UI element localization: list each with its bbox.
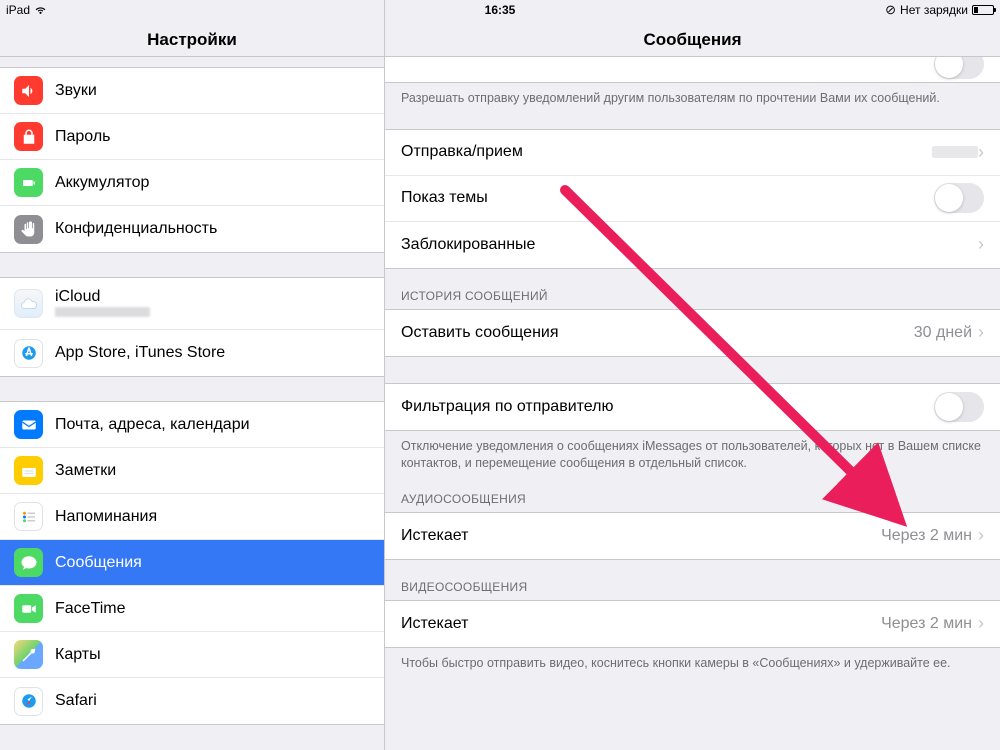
footer-filter: Отключение уведомления о сообщениях iMes…	[385, 431, 1000, 472]
sidebar-item-label: Карты	[55, 646, 101, 664]
sidebar-item-label: Заметки	[55, 462, 116, 480]
row-label: Отправка/прием	[401, 143, 932, 161]
sidebar-item-notes[interactable]: Заметки	[0, 448, 384, 494]
sidebar-item-label: FaceTime	[55, 600, 126, 618]
wifi-icon	[34, 2, 47, 18]
detail-group-filter: Фильтрация по отправителю	[385, 383, 1000, 431]
toggle-filter-unknown[interactable]	[934, 392, 984, 422]
row-label: Заблокированные	[401, 236, 978, 254]
sidebar-item-icloud[interactable]: iCloud	[0, 278, 384, 330]
row-value: 30 дней	[914, 324, 972, 342]
header-history: ИСТОРИЯ СООБЩЕНИЙ	[385, 269, 1000, 309]
row-label: Оставить сообщения	[401, 324, 914, 342]
chevron-right-icon: ›	[978, 234, 984, 255]
row-blocked[interactable]: Заблокированные ›	[385, 222, 1000, 268]
sidebar-title: Настройки	[0, 20, 384, 57]
detail-group-video: Истекает Через 2 мин ›	[385, 600, 1000, 648]
device-label: iPad	[6, 3, 30, 17]
sidebar-item-label: Звуки	[55, 82, 97, 100]
row-audio-expire[interactable]: Истекает Через 2 мин ›	[385, 513, 1000, 559]
safari-icon	[14, 687, 43, 716]
sidebar-item-mail[interactable]: Почта, адреса, календари	[0, 402, 384, 448]
chevron-right-icon: ›	[978, 142, 984, 163]
sidebar-group-2: iCloud App Store, iTunes Store	[0, 277, 384, 377]
status-right: ⊘ Нет зарядки	[885, 2, 994, 18]
sidebar-item-passcode[interactable]: Пароль	[0, 114, 384, 160]
toggle-show-subject[interactable]	[934, 183, 984, 213]
detail-pane: Сообщения Разрешать отправку уведомлений…	[385, 0, 1000, 750]
row-send-receive[interactable]: Отправка/прием ›	[385, 130, 1000, 176]
footer-readreceipts: Разрешать отправку уведомлений другим по…	[385, 83, 1000, 107]
sidebar-item-label: Почта, адреса, календари	[55, 416, 250, 434]
sidebar-item-label: iCloud	[55, 288, 100, 305]
sidebar-item-label: Напоминания	[55, 508, 157, 526]
detail-title: Сообщения	[385, 20, 1000, 57]
notes-icon	[14, 456, 43, 485]
message-bubble-icon	[14, 548, 43, 577]
sidebar-item-battery[interactable]: Аккумулятор	[0, 160, 384, 206]
sidebar-item-label: App Store, iTunes Store	[55, 344, 225, 362]
row-show-subject[interactable]: Показ темы	[385, 176, 1000, 222]
row-value: Через 2 мин	[881, 615, 972, 633]
battery-icon	[14, 168, 43, 197]
battery-icon	[972, 5, 994, 15]
row-filter-unknown[interactable]: Фильтрация по отправителю	[385, 384, 1000, 430]
sidebar-item-safari[interactable]: Safari	[0, 678, 384, 724]
sidebar-item-sounds[interactable]: Звуки	[0, 68, 384, 114]
row-video-expire[interactable]: Истекает Через 2 мин ›	[385, 601, 1000, 647]
sidebar-item-privacy[interactable]: Конфиденциальность	[0, 206, 384, 252]
maps-icon	[14, 640, 43, 669]
status-left: iPad	[6, 2, 47, 18]
status-bar: iPad 16:35 ⊘ Нет зарядки	[0, 0, 1000, 20]
hand-icon	[14, 215, 43, 244]
send-receive-value-blurred	[932, 146, 978, 158]
chevron-right-icon: ›	[978, 525, 984, 546]
lock-icon	[14, 122, 43, 151]
sidebar-group-1: Звуки Пароль Аккумулятор	[0, 67, 384, 253]
sidebar-item-label-wrap: iCloud	[55, 288, 150, 320]
speaker-icon	[14, 76, 43, 105]
sidebar-item-maps[interactable]: Карты	[0, 632, 384, 678]
mail-icon	[14, 410, 43, 439]
sidebar-item-appstore[interactable]: App Store, iTunes Store	[0, 330, 384, 376]
sidebar-item-reminders[interactable]: Напоминания	[0, 494, 384, 540]
detail-group-main: Отправка/прием › Показ темы Заблокирован…	[385, 129, 1000, 269]
sidebar-item-label: Пароль	[55, 128, 111, 146]
sidebar-item-label: Сообщения	[55, 554, 142, 572]
cloud-icon	[14, 289, 43, 318]
reminders-icon	[14, 502, 43, 531]
row-label	[401, 57, 934, 73]
row-label: Показ темы	[401, 189, 934, 207]
settings-sidebar: Настройки Звуки Пароль	[0, 0, 385, 750]
row-label: Фильтрация по отправителю	[401, 398, 934, 416]
row-readreceipts[interactable]	[385, 57, 1000, 82]
sidebar-item-label: Конфиденциальность	[55, 220, 217, 238]
sidebar-item-label: Safari	[55, 692, 97, 710]
row-keep-messages[interactable]: Оставить сообщения 30 дней ›	[385, 310, 1000, 356]
sidebar-item-facetime[interactable]: FaceTime	[0, 586, 384, 632]
sidebar-item-label: Аккумулятор	[55, 174, 149, 192]
clock: 16:35	[485, 3, 516, 17]
sidebar-group-3: Почта, адреса, календари Заметки Напомин…	[0, 401, 384, 725]
charging-label: Нет зарядки	[900, 3, 968, 17]
chevron-right-icon: ›	[978, 322, 984, 343]
detail-group-history: Оставить сообщения 30 дней ›	[385, 309, 1000, 357]
icloud-account-blurred	[55, 306, 150, 320]
detail-group-audio: Истекает Через 2 мин ›	[385, 512, 1000, 560]
not-charging-icon: ⊘	[885, 2, 896, 18]
header-video: ВИДЕОСООБЩЕНИЯ	[385, 560, 1000, 600]
header-audio: АУДИОСООБЩЕНИЯ	[385, 472, 1000, 512]
row-value: Через 2 мин	[881, 527, 972, 545]
sidebar-item-messages[interactable]: Сообщения	[0, 540, 384, 586]
appstore-icon	[14, 339, 43, 368]
chevron-right-icon: ›	[978, 613, 984, 634]
toggle-readreceipts[interactable]	[934, 57, 984, 79]
footer-video: Чтобы быстро отправить видео, коснитесь …	[385, 648, 1000, 672]
row-label: Истекает	[401, 615, 881, 633]
detail-group-readreceipts	[385, 57, 1000, 83]
row-label: Истекает	[401, 527, 881, 545]
facetime-icon	[14, 594, 43, 623]
